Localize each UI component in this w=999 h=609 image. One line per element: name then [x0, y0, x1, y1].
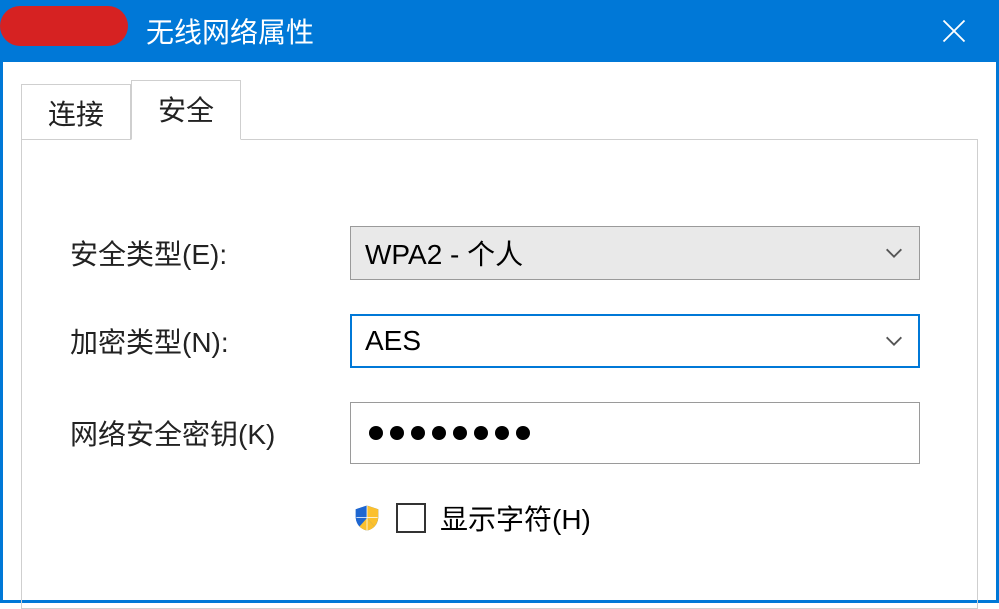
security-type-label: 安全类型(E):	[70, 233, 350, 273]
encryption-type-label: 加密类型(N):	[70, 321, 350, 361]
encryption-type-value: AES	[365, 325, 883, 357]
show-chars-checkbox[interactable]	[396, 503, 426, 533]
row-show-chars: 显示字符(H)	[352, 498, 929, 538]
tab-pane-security: 安全类型(E): WPA2 - 个人 加密类型(N): AES 网络安全密钥(K…	[21, 139, 978, 609]
encryption-type-dropdown[interactable]: AES	[350, 314, 920, 368]
close-button[interactable]	[909, 0, 999, 62]
row-encryption-type: 加密类型(N): AES	[70, 314, 929, 368]
show-chars-label: 显示字符(H)	[440, 498, 591, 538]
network-key-input[interactable]	[350, 402, 920, 464]
chevron-down-icon	[883, 242, 905, 264]
close-icon	[940, 17, 968, 45]
uac-shield-icon	[352, 503, 382, 533]
security-type-dropdown[interactable]: WPA2 - 个人	[350, 226, 920, 280]
tab-label: 安全	[158, 95, 214, 126]
row-security-type: 安全类型(E): WPA2 - 个人	[70, 226, 929, 280]
redacted-network-name	[0, 6, 128, 46]
dialog-client-area: 连接 安全 安全类型(E): WPA2 - 个人 加密类型(N): AES	[0, 62, 999, 603]
title-bar: 无线网络属性	[0, 0, 999, 62]
tab-label: 连接	[48, 99, 104, 130]
tab-connection[interactable]: 连接	[21, 84, 131, 140]
tab-security[interactable]: 安全	[131, 80, 241, 140]
password-mask	[369, 426, 530, 440]
window-title: 无线网络属性	[146, 11, 314, 51]
row-network-key: 网络安全密钥(K)	[70, 402, 929, 464]
chevron-down-icon	[883, 330, 905, 352]
security-type-value: WPA2 - 个人	[365, 233, 883, 273]
tab-strip: 连接 安全	[21, 80, 978, 140]
network-key-label: 网络安全密钥(K)	[70, 413, 350, 453]
